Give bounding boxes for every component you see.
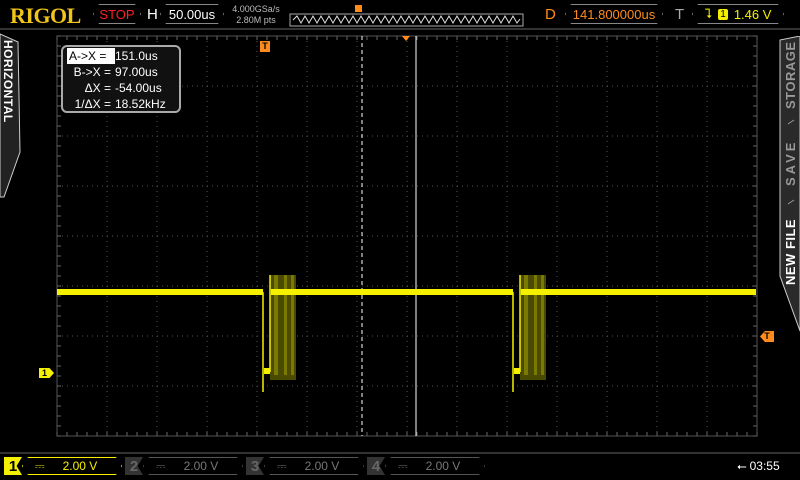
cursor-a-value: 151.0us: [115, 49, 158, 63]
inv-delta-x-value: 18.52kHz: [115, 97, 166, 111]
inv-delta-x-label: 1/ΔX =: [74, 97, 111, 111]
channel-number: 4: [367, 457, 385, 475]
channel-1-button[interactable]: 1 ⎓ 2.00 V: [4, 457, 122, 475]
usb-icon: ⭠: [737, 459, 747, 473]
cursor-b-value: 97.00us: [115, 65, 158, 79]
channel-3-button[interactable]: 3 ⎓ 2.00 V: [246, 457, 364, 475]
dc-coupling-icon: ⎓: [277, 458, 287, 473]
trigger-time-marker[interactable]: T: [260, 41, 270, 52]
channel-number: 1: [4, 457, 22, 475]
dc-coupling-icon: ⎓: [398, 458, 408, 473]
channel-scale: 2.00 V: [425, 459, 461, 473]
channel-number: 2: [125, 457, 143, 475]
channel-scale: 2.00 V: [304, 459, 340, 473]
channel-scale: 2.00 V: [62, 459, 98, 473]
channel-4-button[interactable]: 4 ⎓ 2.00 V: [367, 457, 485, 475]
cursor-b-label: B->X =: [73, 65, 111, 79]
dc-coupling-icon: ⎓: [35, 458, 45, 473]
delta-x-label: ΔX =: [84, 81, 111, 95]
trigger-top-marker-icon: [402, 36, 410, 41]
channel-scale: 2.00 V: [183, 459, 219, 473]
delta-x-value: -54.00us: [115, 81, 162, 95]
channel-2-button[interactable]: 2 ⎓ 2.00 V: [125, 457, 243, 475]
dc-coupling-icon: ⎓: [156, 458, 166, 473]
cursor-a-label: A->X =: [67, 48, 115, 64]
channel-number: 3: [246, 457, 264, 475]
clock-time: 03:55: [749, 459, 780, 473]
cursor-readout: A->X = 151.0us B->X = 97.00us ΔX = -54.00us…: [61, 45, 181, 113]
